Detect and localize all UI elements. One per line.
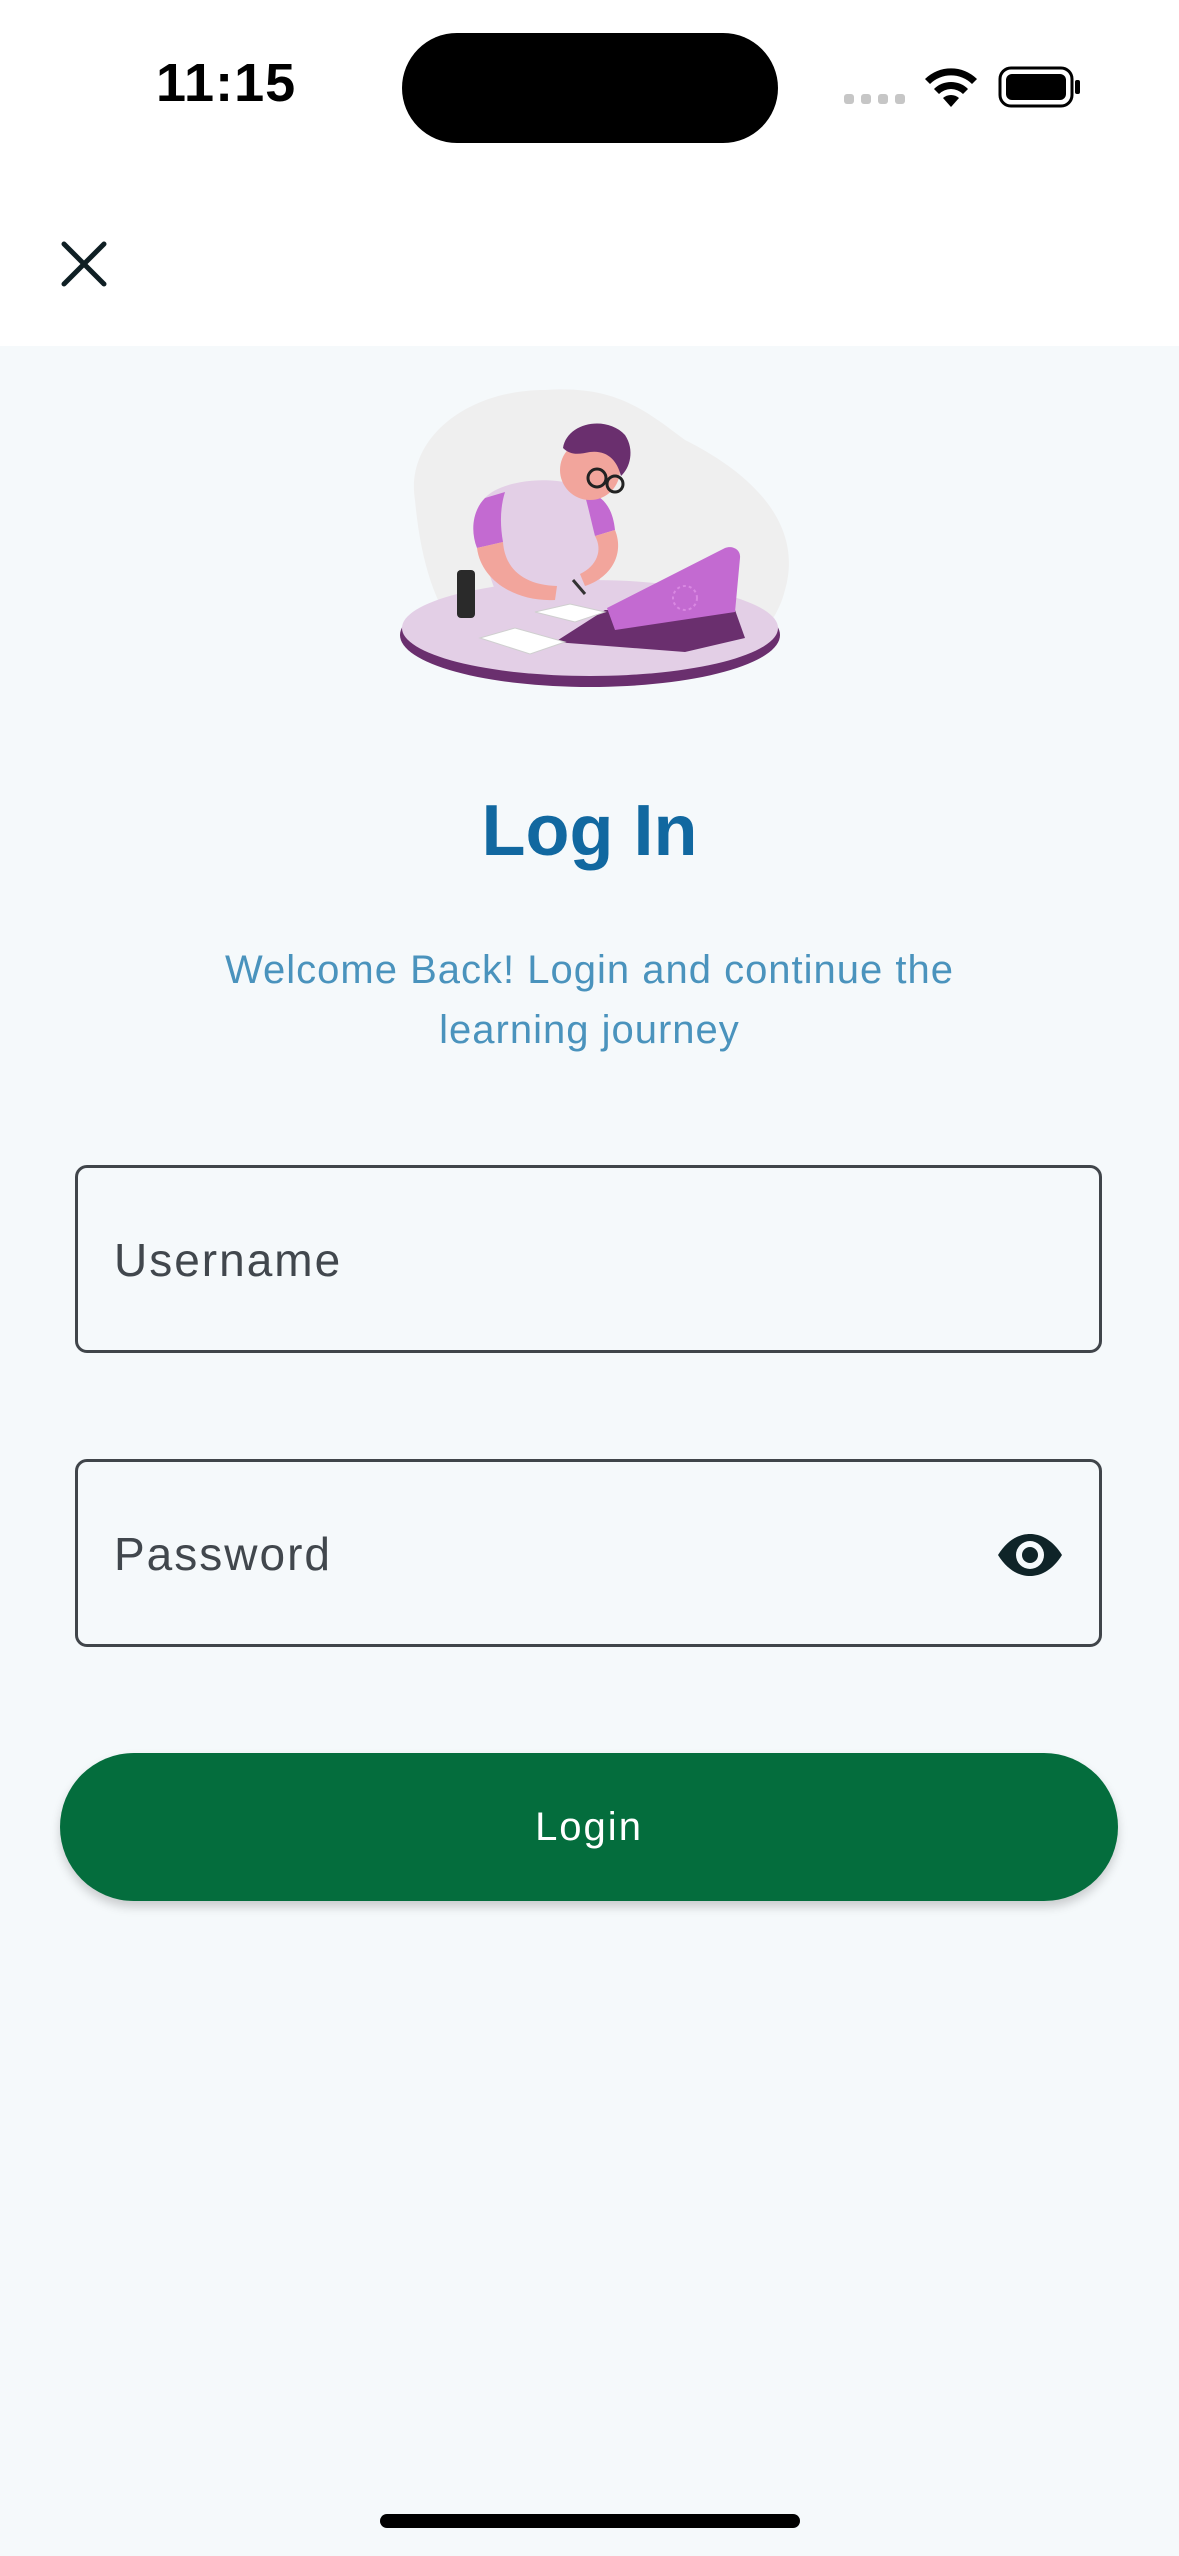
username-field[interactable] <box>75 1165 1102 1353</box>
password-input[interactable] <box>112 1462 976 1646</box>
eye-icon <box>998 1534 1062 1576</box>
status-time: 11:15 <box>156 53 297 113</box>
page-title: Log In <box>481 791 698 871</box>
page-subtitle: Welcome Back! Login and continue the lea… <box>224 948 955 1052</box>
show-password-button[interactable] <box>995 1520 1065 1590</box>
close-icon <box>61 241 107 287</box>
top-bar <box>0 180 1179 346</box>
signal-icon <box>844 94 905 104</box>
password-field[interactable] <box>75 1459 1102 1647</box>
battery-icon <box>998 66 1080 108</box>
dynamic-island <box>402 33 778 143</box>
wifi-icon <box>925 68 977 107</box>
login-button[interactable]: Login <box>60 1753 1118 1901</box>
status-bar: 11:15 <box>0 0 1179 180</box>
home-indicator <box>380 2514 800 2528</box>
person-studying-illustration <box>400 389 789 687</box>
close-button[interactable] <box>52 232 116 296</box>
username-input[interactable] <box>112 1168 976 1352</box>
